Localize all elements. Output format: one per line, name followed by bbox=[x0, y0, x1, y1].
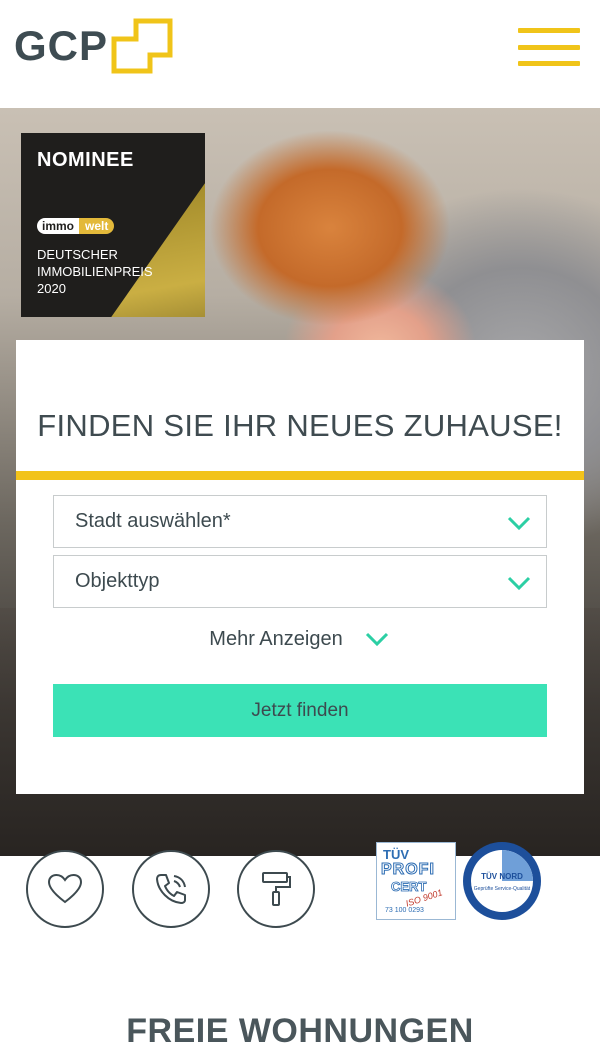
menu-bar bbox=[518, 61, 580, 66]
search-submit-label: Jetzt finden bbox=[251, 699, 349, 721]
phone-icon bbox=[156, 874, 186, 904]
immowelt-logo: immo welt bbox=[37, 217, 115, 235]
favorites-button[interactable] bbox=[26, 850, 104, 928]
immowelt-logo-left: immo bbox=[37, 218, 80, 234]
tuv-nord-seal: TÜV NORD Geprüfte Service-Qualität bbox=[463, 842, 541, 920]
show-more-label: Mehr Anzeigen bbox=[209, 627, 343, 650]
menu-bar bbox=[518, 28, 580, 33]
chevron-down-icon bbox=[365, 632, 388, 647]
phone-button[interactable] bbox=[132, 850, 210, 928]
menu-bar bbox=[518, 44, 580, 50]
property-type-select-label: Objekttyp bbox=[75, 570, 160, 592]
property-type-select[interactable]: Objekttyp bbox=[53, 555, 547, 608]
tuv-nord-label: TÜV NORD bbox=[481, 872, 523, 881]
gcp-logo[interactable]: GCP bbox=[14, 16, 174, 76]
tuv-nord-ring-text: Geprüfte Service-Qualität bbox=[473, 886, 531, 892]
renovation-button[interactable] bbox=[237, 850, 315, 928]
nominee-badge: NOMINEE immo welt DEUTSCHER IMMOBILIENPR… bbox=[21, 133, 205, 317]
tuv-nord-ring-icon bbox=[471, 850, 533, 912]
badge-award-text: DEUTSCHER IMMOBILIENPREIS 2020 bbox=[37, 246, 153, 297]
search-submit-button[interactable]: Jetzt finden bbox=[53, 684, 547, 737]
show-more-toggle[interactable]: Mehr Anzeigen bbox=[16, 620, 584, 658]
tuv-profi-cert-seal: TÜV PROFI CERT ISO 9001 73 100 0293 bbox=[376, 842, 456, 920]
search-card: FINDEN SIE IHR NEUES ZUHAUSE! Stadt ausw… bbox=[16, 340, 584, 794]
badge-line-1: DEUTSCHER bbox=[37, 247, 118, 262]
city-select-label: Stadt auswählen* bbox=[75, 510, 231, 532]
tuv-profi-line-2: PROFI bbox=[381, 861, 435, 879]
chevron-down-icon bbox=[507, 576, 531, 591]
badge-line-2: IMMOBILIENPREIS bbox=[37, 264, 153, 279]
title-underline bbox=[16, 471, 584, 480]
free-apartments-heading: FREIE WOHNUNGEN bbox=[126, 1012, 474, 1050]
paint-roller-icon bbox=[262, 872, 291, 906]
badge-line-3: 2020 bbox=[37, 281, 66, 296]
heart-icon bbox=[47, 873, 83, 904]
site-header: GCP bbox=[0, 0, 600, 108]
immowelt-logo-right: welt bbox=[79, 218, 115, 234]
badge-title: NOMINEE bbox=[37, 149, 134, 171]
logo-mark-icon bbox=[111, 18, 173, 74]
tuv-profi-number: 73 100 0293 bbox=[385, 907, 424, 914]
tuv-profi-line-3: CERT bbox=[391, 879, 427, 895]
logo-text: GCP bbox=[14, 22, 109, 69]
chevron-down-icon bbox=[507, 516, 531, 531]
tuv-profi-line-1: TÜV bbox=[383, 847, 409, 862]
hamburger-menu-icon[interactable] bbox=[518, 28, 580, 66]
search-title: FINDEN SIE IHR NEUES ZUHAUSE! bbox=[37, 408, 563, 443]
city-select[interactable]: Stadt auswählen* bbox=[53, 495, 547, 548]
